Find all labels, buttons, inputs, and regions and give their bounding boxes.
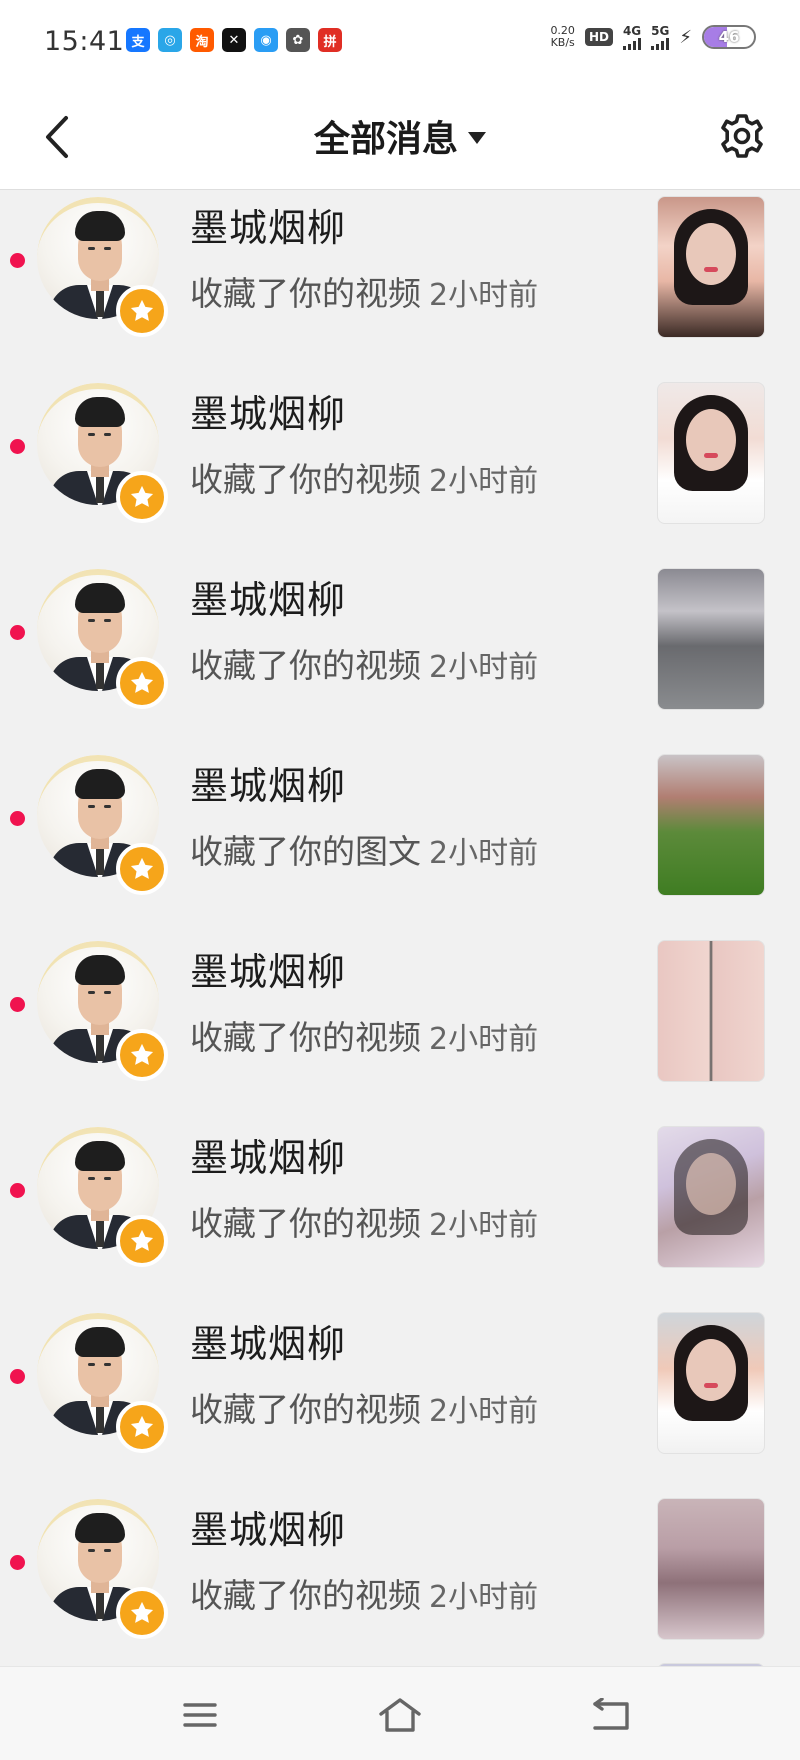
message-row[interactable]: 墨城烟柳 收藏了你的视频 2小时前 [0, 191, 800, 353]
recent-apps-button[interactable] [172, 1687, 228, 1743]
message-row[interactable]: 墨城烟柳 收藏了你的图文 2小时前 [0, 725, 800, 911]
video-thumbnail[interactable] [657, 1126, 765, 1268]
message-time: 2小时前 [429, 1208, 539, 1243]
top-bar: 全部消息 [0, 84, 800, 190]
video-thumbnail[interactable] [657, 1312, 765, 1454]
battery-icon: 46 [702, 25, 756, 49]
message-time: 2小时前 [429, 1394, 539, 1429]
system-nav-bar [0, 1666, 800, 1760]
sender-name[interactable]: 墨城烟柳 [190, 569, 346, 624]
hd-icon: HD [584, 28, 613, 46]
star-icon [116, 843, 168, 895]
message-row[interactable]: 墨城烟柳 收藏了你的视频 2小时前 [0, 1097, 800, 1283]
system-back-button[interactable] [584, 1687, 640, 1743]
message-time: 2小时前 [429, 1022, 539, 1057]
message-time: 2小时前 [429, 836, 539, 871]
video-thumbnail[interactable] [657, 382, 765, 524]
capcut-icon: ✕ [222, 28, 246, 52]
message-list[interactable]: 墨城烟柳 收藏了你的视频 2小时前 墨城烟柳 收藏了你的视频 2小时前 墨城烟柳… [0, 191, 800, 1666]
message-time: 2小时前 [429, 1580, 539, 1615]
message-row[interactable]: 墨城烟柳 收藏了你的视频 2小时前 [0, 353, 800, 539]
star-icon [116, 471, 168, 523]
video-thumbnail[interactable] [657, 196, 765, 338]
message-row[interactable]: 墨城烟柳 收藏了你的视频 2小时前 [0, 1469, 800, 1655]
system-icons: 0.20 KB/s HD 4G 5G ⚡ 46 [550, 24, 756, 50]
sim2-signal-icon: 5G [651, 24, 669, 50]
star-icon [116, 1029, 168, 1081]
sender-name[interactable]: 墨城烟柳 [190, 1127, 346, 1182]
alipay-icon: 支 [126, 28, 150, 52]
star-icon [116, 657, 168, 709]
menu-icon [183, 1703, 217, 1727]
unread-dot [10, 1369, 25, 1384]
sender-name[interactable]: 墨城烟柳 [190, 1499, 346, 1554]
star-icon [116, 1215, 168, 1267]
taobao-icon: 淘 [190, 28, 214, 52]
message-row[interactable]: 墨城烟柳 收藏了你的视频 2小时前 [0, 539, 800, 725]
battery-level: 46 [718, 28, 740, 46]
message-time: 2小时前 [429, 650, 539, 685]
status-bar: 15:41 支 ◎ 淘 ✕ ◉ ✿ 拼 0.20 KB/s HD 4G 5G ⚡… [0, 0, 800, 84]
sender-name[interactable]: 墨城烟柳 [190, 755, 346, 810]
message-text: 收藏了你的视频 2小时前 [190, 1018, 539, 1057]
message-text: 收藏了你的视频 2小时前 [190, 1204, 539, 1243]
message-text: 收藏了你的视频 2小时前 [190, 460, 539, 499]
message-row[interactable]: 墨城烟柳 收藏了你的视频 2小时前 [0, 1283, 800, 1469]
unread-dot [10, 253, 25, 268]
unread-dot [10, 1183, 25, 1198]
browser-icon: ◎ [158, 28, 182, 52]
message-row[interactable]: 墨城烟柳 收藏了你的视频 2小时前 [0, 911, 800, 1097]
caret-down-icon [468, 132, 486, 144]
star-icon [116, 1401, 168, 1453]
sender-name[interactable]: 墨城烟柳 [190, 197, 346, 252]
message-text: 收藏了你的视频 2小时前 [190, 1390, 539, 1429]
sim1-signal-icon: 4G [622, 24, 641, 50]
charging-icon: ⚡ [679, 26, 692, 48]
status-time: 15:41 [44, 26, 125, 57]
unread-dot [10, 997, 25, 1012]
message-filter-dropdown[interactable]: 全部消息 [0, 110, 800, 162]
message-text: 收藏了你的视频 2小时前 [190, 1576, 539, 1615]
message-time: 2小时前 [429, 464, 539, 499]
net-speed: 0.20 KB/s [550, 24, 575, 49]
page-title: 全部消息 [313, 119, 458, 160]
star-icon [116, 1587, 168, 1639]
unread-dot [10, 1555, 25, 1570]
qq-browser-icon: ◉ [254, 28, 278, 52]
pinduoduo-icon: 拼 [318, 28, 342, 52]
back-icon [593, 1698, 629, 1730]
message-text: 收藏了你的图文 2小时前 [190, 832, 539, 871]
unread-dot [10, 439, 25, 454]
fan-app-icon: ✿ [286, 28, 310, 52]
settings-button[interactable] [712, 106, 772, 166]
video-thumbnail[interactable] [657, 940, 765, 1082]
video-thumbnail[interactable] [657, 1498, 765, 1640]
home-icon [379, 1698, 421, 1732]
unread-dot [10, 625, 25, 640]
sender-name[interactable]: 墨城烟柳 [190, 1313, 346, 1368]
message-text: 收藏了你的视频 2小时前 [190, 646, 539, 685]
video-thumbnail[interactable] [657, 568, 765, 710]
message-text: 收藏了你的视频 2小时前 [190, 274, 539, 313]
unread-dot [10, 811, 25, 826]
post-thumbnail[interactable] [657, 754, 765, 896]
gear-icon [721, 114, 763, 158]
message-time: 2小时前 [429, 278, 539, 313]
sender-name[interactable]: 墨城烟柳 [190, 941, 346, 996]
star-icon [116, 285, 168, 337]
home-button[interactable] [372, 1687, 428, 1743]
notification-icons: 支 ◎ 淘 ✕ ◉ ✿ 拼 [126, 28, 342, 52]
sender-name[interactable]: 墨城烟柳 [190, 383, 346, 438]
